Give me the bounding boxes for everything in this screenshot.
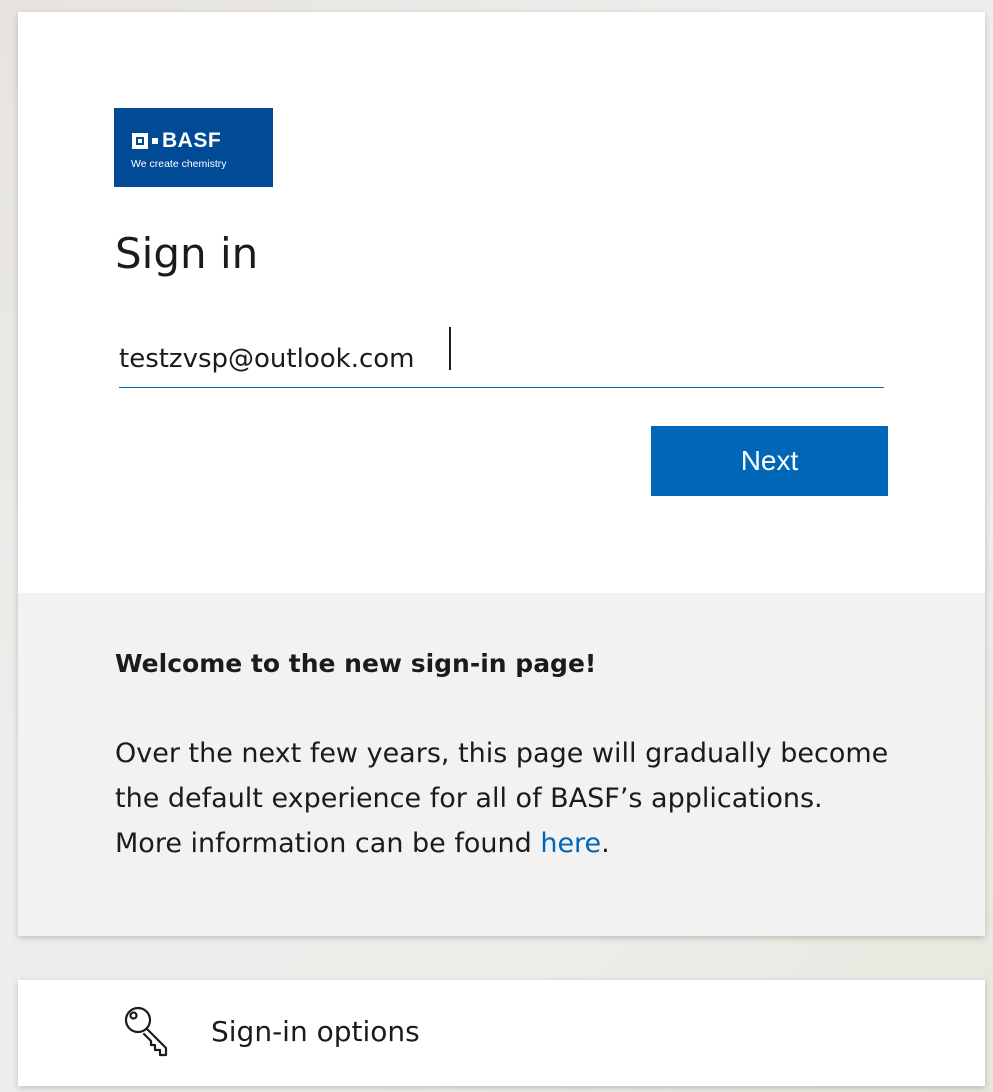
page-title: Sign in <box>115 229 259 278</box>
key-icon <box>124 1006 168 1057</box>
basf-dot-icon <box>152 138 158 144</box>
more-info-link[interactable]: here <box>540 828 601 859</box>
info-body-trailing: . <box>601 828 610 859</box>
sign-in-options-button[interactable]: Sign-in options <box>18 980 985 1086</box>
info-panel: Welcome to the new sign-in page! Over th… <box>18 593 985 936</box>
basf-tagline: We create chemistry <box>131 158 227 170</box>
basf-wordmark: BASF <box>162 129 222 152</box>
basf-logo-mark: BASF <box>132 129 222 152</box>
info-body: Over the next few years, this page will … <box>115 731 895 866</box>
info-heading: Welcome to the new sign-in page! <box>115 649 597 678</box>
sign-in-options-label: Sign-in options <box>211 1015 420 1048</box>
basf-logo: BASF We create chemistry <box>114 108 273 187</box>
next-button[interactable]: Next <box>651 426 888 496</box>
sign-in-card: BASF We create chemistry Sign in Next We… <box>18 12 985 936</box>
email-field[interactable] <box>119 330 884 388</box>
info-body-text: Over the next few years, this page will … <box>115 738 889 859</box>
basf-square-icon <box>132 133 148 149</box>
text-cursor <box>449 327 451 370</box>
